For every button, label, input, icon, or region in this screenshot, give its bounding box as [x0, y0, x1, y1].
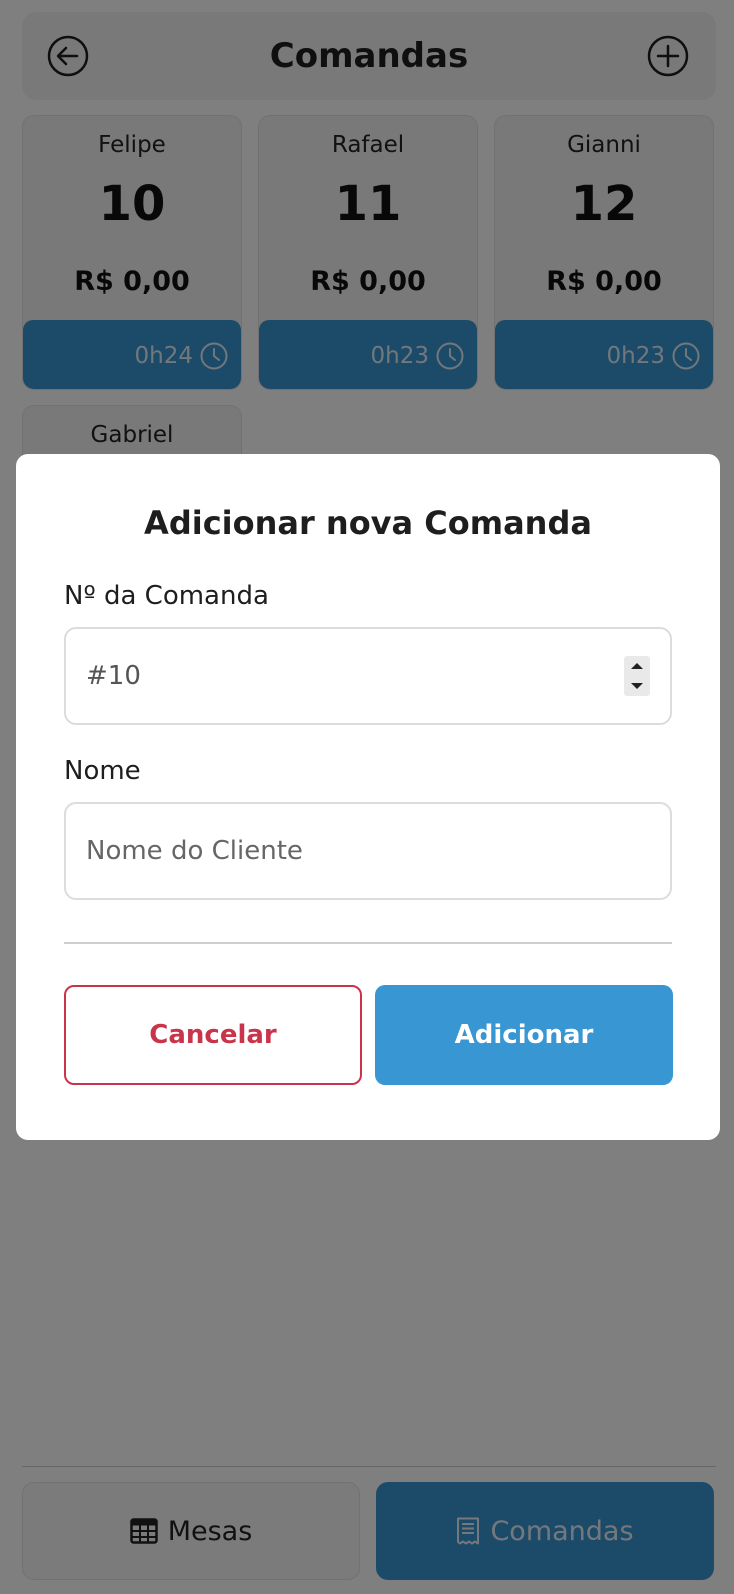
stepper-down-icon: [631, 683, 643, 689]
comanda-number-input[interactable]: [64, 627, 672, 725]
modal-divider: [64, 942, 672, 944]
number-label: Nº da Comanda: [64, 581, 269, 611]
stepper-up-icon: [631, 663, 643, 669]
add-comanda-modal: Adicionar nova Comanda Nº da Comanda Nom…: [16, 454, 720, 1140]
cancel-button[interactable]: Cancelar: [64, 985, 362, 1085]
modal-title: Adicionar nova Comanda: [144, 504, 592, 542]
add-button[interactable]: Adicionar: [375, 985, 673, 1085]
name-label: Nome: [64, 756, 141, 786]
number-stepper[interactable]: [624, 656, 650, 696]
client-name-input[interactable]: [64, 802, 672, 900]
